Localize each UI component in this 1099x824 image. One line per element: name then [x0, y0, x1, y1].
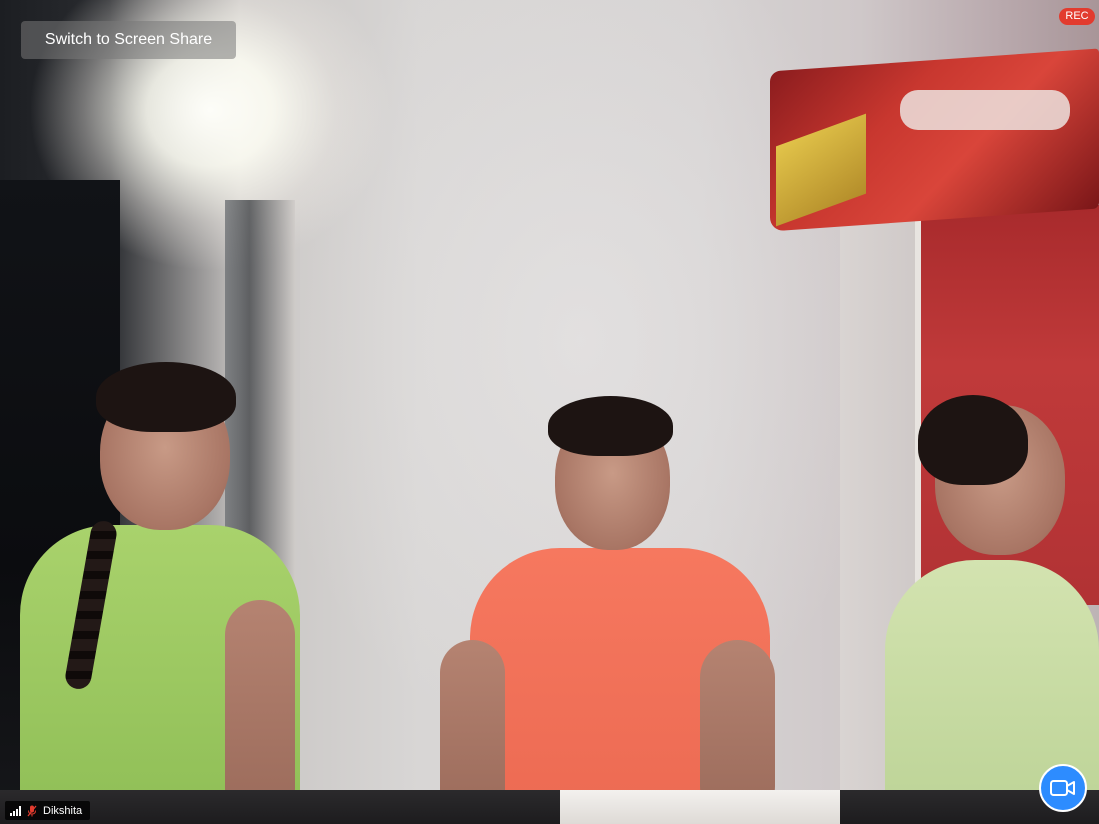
participant-left-hair [96, 362, 236, 432]
background-paper [560, 790, 840, 824]
participant-center-hair [548, 396, 673, 456]
participant-name: Dikshita [43, 804, 83, 817]
background-packet-label [900, 90, 1070, 130]
camera-button[interactable] [1039, 764, 1087, 812]
participant-name-tag: Dikshita [5, 801, 91, 820]
participant-right-hair [918, 395, 1028, 485]
background-floor [0, 790, 1099, 824]
video-camera-icon [1050, 780, 1075, 796]
recording-badge: REC [1059, 8, 1095, 25]
mic-muted-icon [27, 805, 37, 816]
switch-to-screen-share-button[interactable]: Switch to Screen Share [21, 21, 236, 59]
signal-strength-icon [10, 805, 21, 816]
video-feed [0, 0, 1099, 824]
